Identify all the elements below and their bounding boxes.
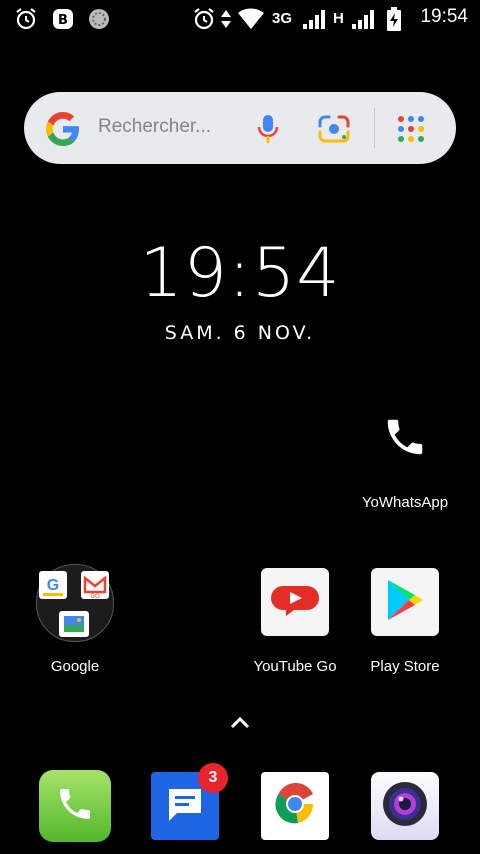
app-play-store[interactable] — [371, 568, 439, 636]
google-search-bar[interactable]: Rechercher... — [24, 92, 456, 164]
app-yowhatsapp-label: YoWhatsApp — [361, 494, 449, 511]
svg-text:G: G — [47, 577, 59, 594]
status-bar: B 3G H 19:54 — [0, 0, 480, 38]
bitcoin-app-icon: B — [51, 7, 75, 31]
status-time: 19:54 — [420, 6, 468, 27]
message-bubble-icon — [165, 785, 205, 827]
lens-camera-icon[interactable] — [318, 114, 350, 148]
camera-lens-icon — [379, 778, 431, 834]
microphone-icon[interactable] — [256, 114, 280, 148]
wifi-icon — [236, 7, 266, 31]
play-store-icon — [385, 578, 425, 626]
app-youtube-go[interactable] — [261, 568, 329, 636]
data-transfer-icon — [219, 7, 233, 31]
gallery-go-icon — [59, 611, 89, 637]
dock-phone[interactable] — [39, 770, 111, 842]
network-type-label-2: H — [333, 10, 344, 27]
signal-icon — [302, 7, 328, 31]
clock-widget-time[interactable]: 19:54 — [0, 234, 480, 313]
app-play-store-label: Play Store — [370, 658, 440, 675]
sphere-app-icon — [87, 7, 111, 31]
search-divider — [374, 108, 375, 148]
alarm-icon — [14, 7, 38, 31]
google-go-icon: G — [39, 571, 67, 599]
google-logo-icon[interactable] — [46, 112, 80, 150]
dock-camera[interactable] — [371, 772, 439, 840]
svg-text:GO: GO — [90, 594, 100, 599]
app-youtube-go-label: YouTube Go — [253, 658, 337, 675]
battery-charging-icon — [386, 7, 402, 31]
messages-unread-badge: 3 — [198, 763, 228, 793]
folder-google-label: Google — [50, 658, 100, 675]
dock-chrome[interactable] — [261, 772, 329, 840]
folder-google[interactable]: G GO — [36, 564, 114, 642]
network-type-label: 3G — [272, 10, 293, 27]
alarm-icon-2 — [192, 7, 216, 31]
gmail-go-icon: GO — [81, 571, 109, 600]
phone-dialer-icon — [55, 784, 95, 828]
phone-icon — [382, 414, 428, 464]
signal-icon-2 — [351, 7, 377, 31]
svg-text:B: B — [58, 13, 68, 28]
app-drawer-chevron-up-icon[interactable] — [229, 714, 251, 734]
chrome-icon — [270, 779, 320, 833]
youtube-go-icon — [270, 582, 320, 622]
search-placeholder[interactable]: Rechercher... — [98, 116, 211, 138]
app-grid-icon[interactable] — [396, 114, 426, 148]
clock-widget-date[interactable]: SAM. 6 NOV. — [0, 322, 480, 344]
